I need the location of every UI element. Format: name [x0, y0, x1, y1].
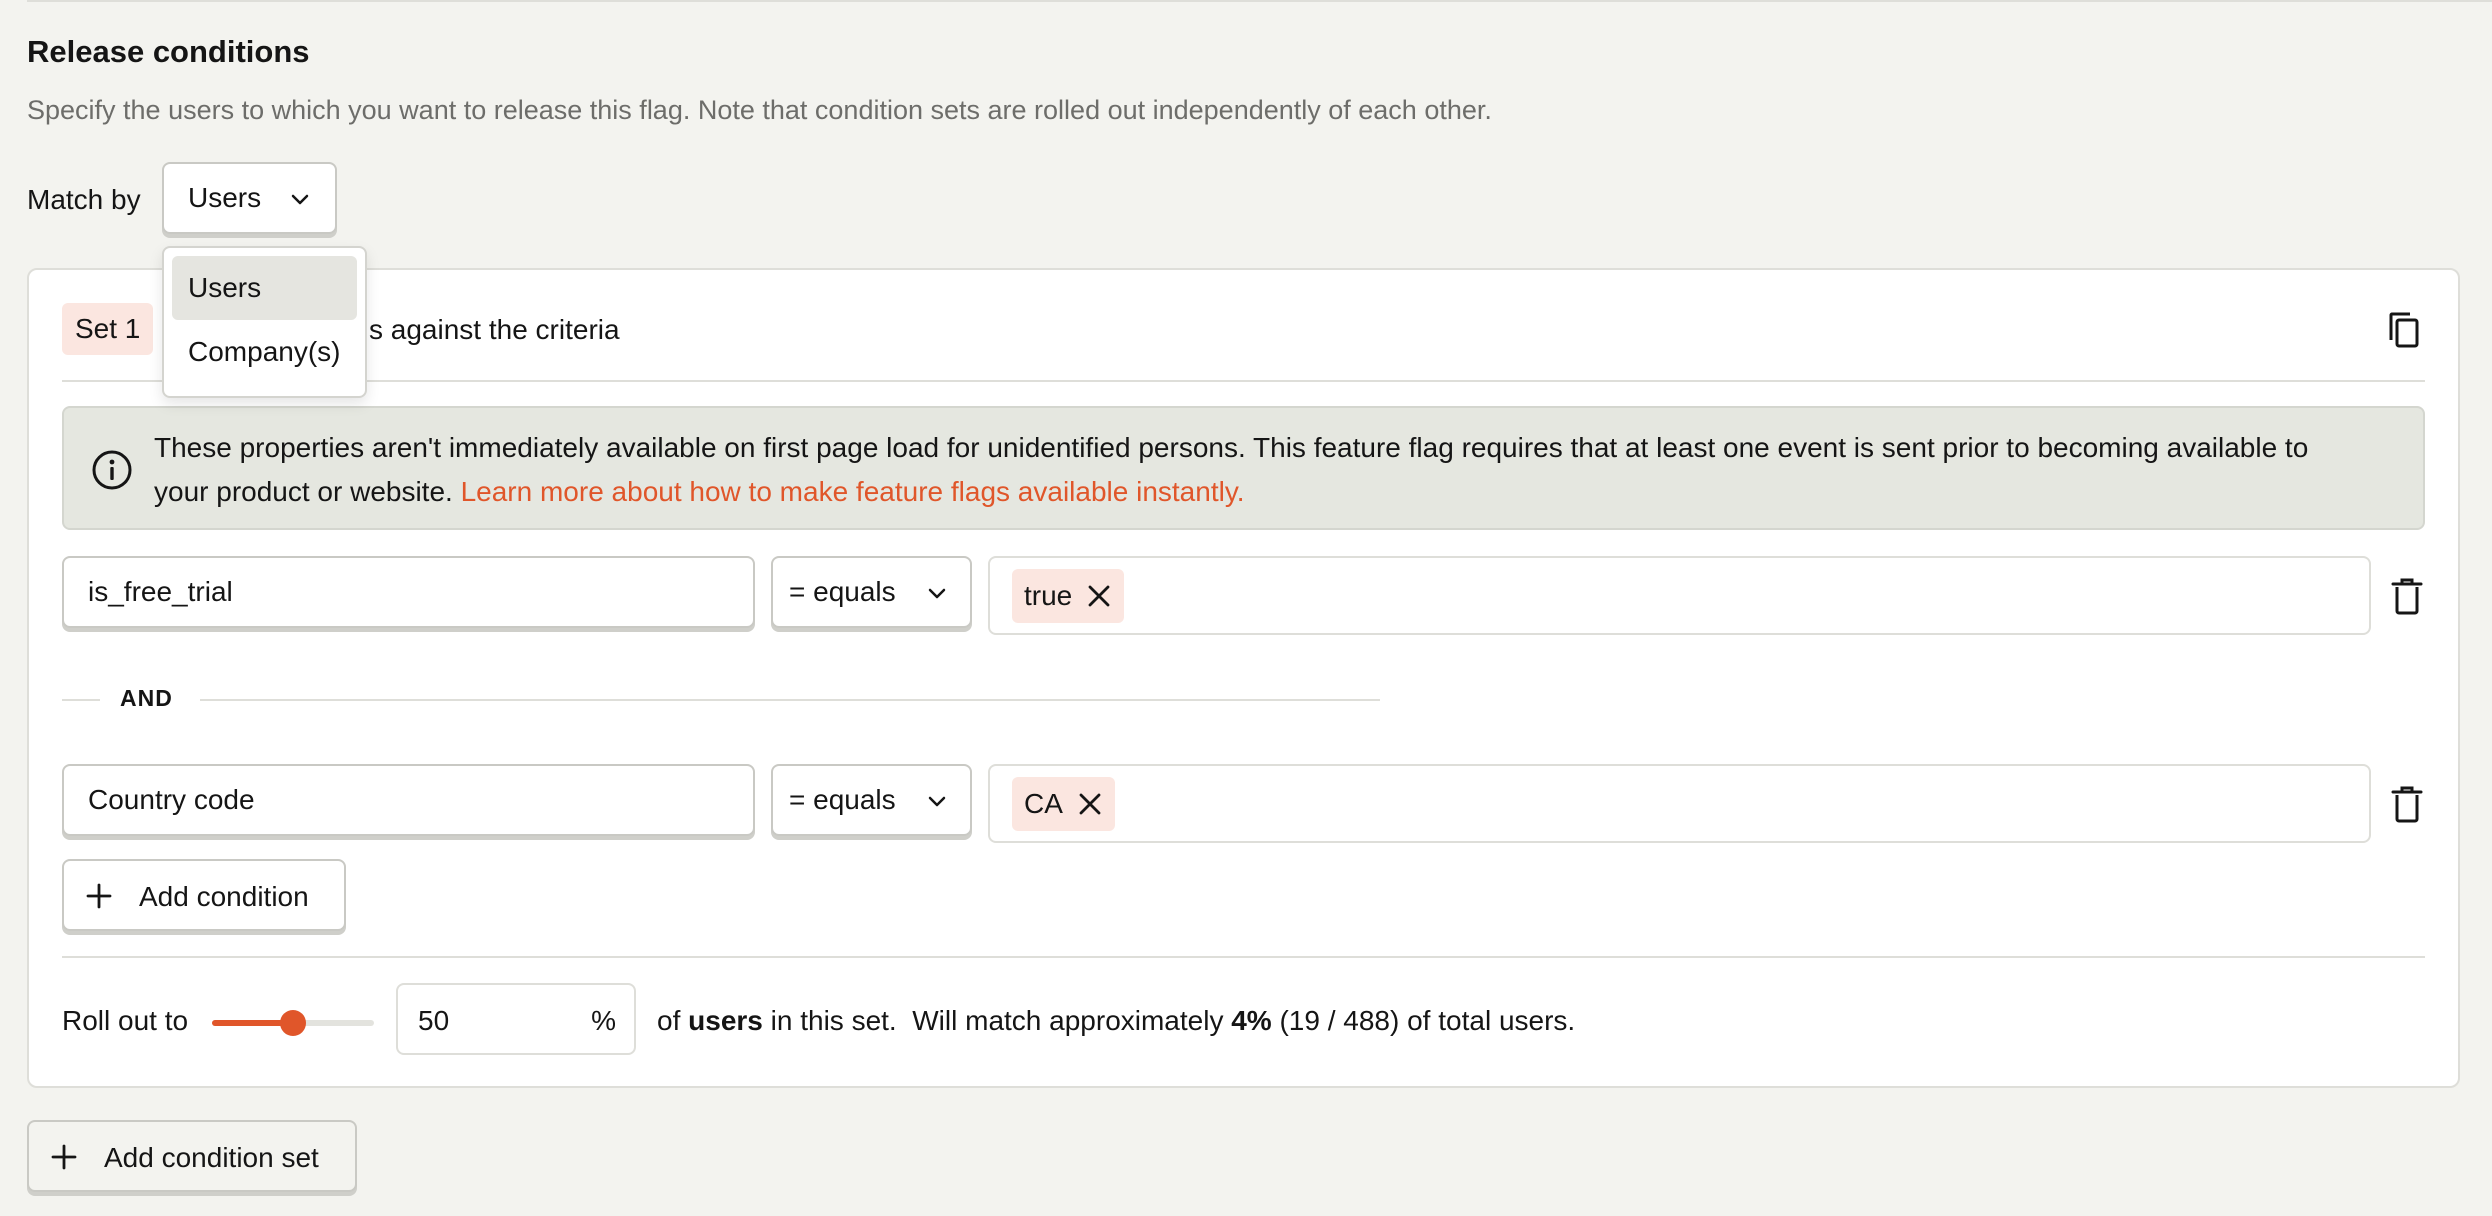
operator-select[interactable]: = equals [771, 764, 972, 836]
chevron-down-icon [928, 588, 946, 599]
match-by-select[interactable]: Users [162, 162, 337, 234]
percent-symbol: % [591, 1005, 616, 1036]
trash-icon[interactable] [2389, 576, 2425, 616]
value-chip-label: true [1024, 580, 1073, 611]
close-icon[interactable] [1077, 791, 1103, 817]
trash-icon[interactable] [2389, 784, 2425, 824]
operator-value: = equals [789, 576, 896, 607]
value-input[interactable]: true [988, 556, 2371, 635]
rollout-percent-value: 50 [418, 1005, 450, 1036]
value-chip: CA [1012, 777, 1115, 831]
rollout-label: Roll out to [62, 1005, 189, 1036]
match-by-dropdown: Users Company(s) [162, 246, 367, 398]
and-label: AND [120, 685, 173, 711]
close-icon[interactable] [1086, 583, 1112, 609]
value-chip-label: CA [1024, 788, 1063, 819]
add-condition-set-label: Add condition set [104, 1142, 319, 1173]
info-icon [92, 450, 132, 490]
rollout-percent-input[interactable]: 50 % [396, 983, 636, 1055]
plus-icon [86, 883, 112, 909]
condition-row: Country code = equals CA [62, 764, 2425, 844]
condition-row: is_free_trial = equals true [62, 556, 2425, 636]
and-separator: AND [62, 685, 1380, 715]
property-select[interactable]: is_free_trial [62, 556, 755, 628]
chevron-down-icon [928, 796, 946, 807]
rollout-slider[interactable] [212, 1010, 374, 1036]
value-input[interactable]: CA [988, 764, 2371, 843]
operator-value: = equals [789, 784, 896, 815]
dropdown-option-users[interactable]: Users [172, 256, 357, 320]
add-condition-button[interactable]: Add condition [62, 859, 346, 931]
rollout-summary: of users in this set. Will match approxi… [657, 1005, 1576, 1036]
operator-select[interactable]: = equals [771, 556, 972, 628]
copy-icon[interactable] [2384, 310, 2424, 350]
dropdown-option-companies[interactable]: Company(s) [172, 320, 357, 384]
set-header-text: s against the criteria [369, 314, 620, 345]
card-divider [62, 380, 2425, 382]
set-badge: Set 1 [62, 303, 154, 355]
condition-set-card: Set 1 s against the criteria These prope… [27, 268, 2460, 1088]
info-link[interactable]: Learn more about how to make feature fla… [461, 476, 1245, 507]
match-percent: 4% [1231, 1005, 1272, 1036]
match-by-label: Match by [27, 184, 141, 215]
slider-thumb[interactable] [280, 1010, 306, 1036]
chevron-down-icon [291, 194, 309, 205]
info-text: These properties aren't immediately avai… [154, 426, 2363, 514]
top-divider [27, 0, 2492, 2]
section-description: Specify the users to which you want to r… [27, 95, 1492, 125]
info-banner: These properties aren't immediately avai… [62, 406, 2425, 530]
card-divider [62, 956, 2425, 958]
add-condition-set-button[interactable]: Add condition set [27, 1120, 357, 1192]
section-title: Release conditions [27, 34, 310, 69]
plus-icon [51, 1144, 77, 1170]
property-select[interactable]: Country code [62, 764, 755, 836]
match-by-selected-value: Users [188, 182, 262, 213]
add-condition-label: Add condition [139, 881, 309, 912]
rollout-users: users [688, 1005, 763, 1036]
value-chip: true [1012, 569, 1125, 623]
